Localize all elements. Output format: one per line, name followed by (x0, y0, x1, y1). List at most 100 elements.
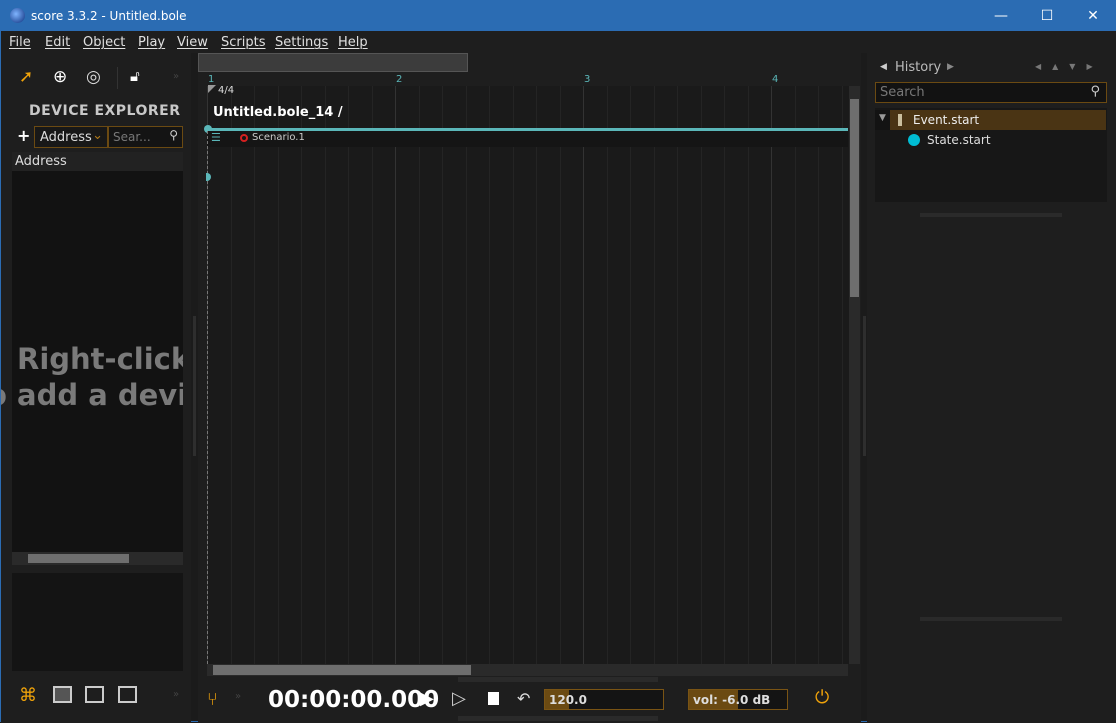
tempo-value: 120.0 (549, 693, 587, 707)
process-record-icon (240, 134, 248, 142)
event-icon (898, 114, 902, 126)
grid-line (348, 86, 349, 664)
chevron-down-icon: ⌄ (92, 128, 103, 143)
grid-line (653, 86, 655, 664)
grid-line (841, 86, 843, 664)
menu-settings[interactable]: Settings (275, 35, 328, 50)
right-splitter[interactable] (863, 316, 866, 456)
history-item-state-start[interactable]: State.start (927, 133, 991, 147)
menu-file[interactable]: File (9, 35, 31, 50)
address-column-header[interactable]: Address (12, 152, 183, 171)
window-title: score 3.3.2 - Untitled.bole (31, 9, 187, 23)
device-search-input[interactable]: Sear... ⚲ (108, 126, 183, 148)
lock-icon[interactable]: 🔓︎ (130, 67, 140, 85)
history-item-label: Event.start (913, 113, 980, 127)
splitter-handle[interactable] (458, 677, 658, 682)
grid-line (512, 86, 514, 664)
grid-line (724, 86, 725, 664)
time-signature-marker-icon[interactable] (208, 85, 216, 93)
folder-icon[interactable] (118, 686, 137, 703)
history-search-input[interactable]: Search ⚲ (875, 82, 1107, 103)
splitter-handle[interactable] (920, 617, 1062, 621)
bar-label: 1 (208, 74, 215, 85)
grid-line (395, 86, 396, 664)
menu-help[interactable]: Help (338, 35, 368, 50)
device-hint: Right-click o add a devic (1, 341, 183, 421)
history-title: History (895, 60, 942, 75)
vscroll-thumb[interactable] (850, 99, 859, 297)
device-hscrollbar[interactable] (12, 552, 183, 565)
grid-line (771, 86, 772, 664)
menu-bar: File Edit Object Play View Scripts Setti… (1, 31, 1116, 53)
search-icon: ⚲ (169, 128, 178, 142)
grid-line (418, 86, 420, 664)
splitter-handle[interactable] (458, 716, 658, 721)
grid-line (559, 86, 561, 664)
device-explorer-title: DEVICE EXPLORER (29, 103, 181, 119)
bottom-overflow-icon[interactable]: » (173, 689, 179, 700)
select-tool-icon[interactable]: ➚ (19, 67, 33, 87)
grid-line (442, 86, 443, 664)
play-button[interactable]: ▶ (420, 688, 434, 709)
grid-line (583, 86, 584, 664)
timeline-hscrollbar[interactable] (207, 664, 848, 676)
tempo-field[interactable]: 120.0 (544, 689, 664, 710)
library-icon[interactable] (85, 686, 104, 703)
menu-scripts[interactable]: Scripts (221, 35, 265, 50)
grid-line (606, 86, 608, 664)
panel-nav-icons[interactable]: ◀▲▼▶ (1035, 62, 1104, 71)
next-panel-icon[interactable]: ▶ (947, 62, 954, 72)
grid-line (230, 86, 232, 664)
timeline-vscrollbar[interactable] (849, 86, 860, 664)
bar-label: 4 (772, 74, 779, 85)
prev-panel-icon[interactable]: ◀ (880, 62, 887, 72)
reinitialize-button[interactable]: ↶ (517, 689, 530, 708)
splitter-handle[interactable] (920, 213, 1062, 217)
volume-field[interactable]: vol: -6.0 dB (688, 689, 788, 710)
play-tool-icon[interactable]: ◎ (86, 67, 101, 87)
state-icon (908, 134, 920, 146)
close-button[interactable]: ✕ (1070, 1, 1116, 31)
device-inspector (12, 573, 183, 671)
grid-line (371, 86, 373, 664)
stop-button[interactable] (488, 692, 499, 705)
grid-line (277, 86, 279, 664)
play-from-button[interactable]: ▷ (452, 688, 466, 709)
add-device-button[interactable]: + (17, 126, 30, 145)
timeline-canvas[interactable] (207, 86, 849, 664)
interval-title[interactable]: Untitled.bole_14 / (213, 105, 343, 120)
hscroll-thumb[interactable] (213, 665, 471, 675)
grid-line (794, 86, 796, 664)
bar-label: 3 (584, 74, 591, 85)
minimap[interactable] (198, 53, 468, 72)
grid-line (677, 86, 678, 664)
left-splitter[interactable] (193, 316, 196, 456)
process-name[interactable]: Scenario.1 (252, 132, 305, 143)
branch-icon[interactable]: ⑂ (207, 689, 218, 710)
address-filter-select[interactable]: Address ⌄ (34, 126, 108, 148)
device-hscroll-thumb[interactable] (28, 554, 129, 563)
time-signature[interactable]: 4/4 (218, 85, 234, 96)
grid-line (301, 86, 302, 664)
grid-line (536, 86, 537, 664)
transport-overflow-icon[interactable]: » (235, 691, 241, 702)
minimize-button[interactable]: — (978, 1, 1024, 31)
timecode: 00:00:00.000 (268, 687, 440, 713)
app-logo-icon (10, 8, 25, 23)
create-tool-icon[interactable]: ⊕ (53, 67, 67, 87)
toolbar-overflow-icon[interactable]: » (173, 71, 179, 82)
chart-icon[interactable] (53, 686, 72, 703)
menu-play[interactable]: Play (138, 35, 165, 50)
expand-arrow-icon[interactable]: ▼ (879, 113, 886, 123)
device-hint-line2: o add a devic (1, 378, 183, 412)
grid-line (254, 86, 255, 664)
menu-edit[interactable]: Edit (45, 35, 70, 50)
grid-line (747, 86, 749, 664)
maximize-button[interactable]: ☐ (1024, 1, 1070, 31)
bar-label: 2 (396, 74, 403, 85)
hamburger-icon[interactable]: ☰ (211, 131, 221, 144)
menu-object[interactable]: Object (83, 35, 125, 50)
device-explorer-icon[interactable]: ⌘ (19, 685, 37, 706)
power-icon[interactable]: ⏻ (815, 687, 829, 708)
menu-view[interactable]: View (177, 35, 208, 50)
